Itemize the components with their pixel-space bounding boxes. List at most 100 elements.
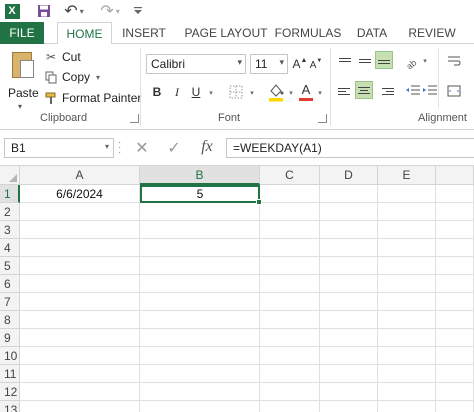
row-header-13[interactable]: 13 [0, 401, 20, 412]
cell-b13[interactable] [140, 401, 260, 412]
cell-d12[interactable] [320, 383, 378, 401]
cell-e4[interactable] [378, 239, 436, 257]
align-right-icon[interactable] [378, 82, 396, 100]
tab-home[interactable]: HOME [57, 22, 112, 45]
cell-a7[interactable] [20, 293, 140, 311]
cell-e2[interactable] [378, 203, 436, 221]
cell-a9[interactable] [20, 329, 140, 347]
tab-formulas[interactable]: FORMULAS [275, 22, 342, 44]
cell-e1[interactable] [378, 185, 436, 203]
cell-a3[interactable] [20, 221, 140, 239]
cell-d6[interactable] [320, 275, 378, 293]
cell-b4[interactable] [140, 239, 260, 257]
increase-indent-icon[interactable] [422, 82, 438, 100]
column-header-e[interactable]: E [378, 166, 436, 185]
cell-d2[interactable] [320, 203, 378, 221]
cell-d3[interactable] [320, 221, 378, 239]
column-header-c[interactable]: C [260, 166, 320, 185]
align-bottom-icon[interactable] [375, 51, 393, 69]
cell-a6[interactable] [20, 275, 140, 293]
cell-e8[interactable] [378, 311, 436, 329]
tab-insert[interactable]: INSERT [118, 22, 170, 44]
cell-c11[interactable] [260, 365, 320, 383]
fill-color-icon[interactable] [268, 82, 284, 102]
cell-a13[interactable] [20, 401, 140, 412]
cell-a5[interactable] [20, 257, 140, 275]
cell-d1[interactable] [320, 185, 378, 203]
cell-b3[interactable] [140, 221, 260, 239]
underline-button[interactable]: U [190, 84, 202, 100]
cell-c3[interactable] [260, 221, 320, 239]
cell-d9[interactable] [320, 329, 378, 347]
cell-e5[interactable] [378, 257, 436, 275]
cancel-entry-icon[interactable]: ✕ [132, 138, 152, 158]
merge-center-icon[interactable] [446, 82, 462, 100]
cell-partial[interactable] [436, 329, 474, 347]
cell-partial[interactable] [436, 293, 474, 311]
tab-page-layout[interactable]: PAGE LAYOUT [180, 22, 272, 44]
row-header-10[interactable]: 10 [0, 347, 20, 365]
decrease-font-size-icon[interactable]: A ▼ [310, 58, 323, 72]
font-launcher-icon[interactable] [318, 114, 327, 123]
borders-icon[interactable] [228, 84, 244, 100]
cell-partial[interactable] [436, 239, 474, 257]
decrease-indent-icon[interactable] [404, 82, 422, 100]
cell-a8[interactable] [20, 311, 140, 329]
column-header-d[interactable]: D [320, 166, 378, 185]
cell-c1[interactable] [260, 185, 320, 203]
column-header-a[interactable]: A [20, 166, 140, 185]
cell-b9[interactable] [140, 329, 260, 347]
cell-d10[interactable] [320, 347, 378, 365]
cell-b5[interactable] [140, 257, 260, 275]
underline-dropdown-icon[interactable]: ▾ [207, 88, 215, 98]
align-middle-icon[interactable] [356, 52, 374, 70]
cell-partial[interactable] [436, 203, 474, 221]
cell-partial[interactable] [436, 311, 474, 329]
tab-review[interactable]: REVIEW [403, 22, 461, 44]
fill-handle[interactable] [256, 199, 262, 205]
cell-a4[interactable] [20, 239, 140, 257]
cell-partial[interactable] [436, 221, 474, 239]
name-box[interactable]: B1 ▾ [4, 138, 114, 158]
cell-e3[interactable] [378, 221, 436, 239]
formula-input[interactable]: =WEEKDAY(A1) [226, 138, 474, 158]
font-color-icon[interactable]: A [299, 82, 313, 102]
cell-d4[interactable] [320, 239, 378, 257]
cell-e12[interactable] [378, 383, 436, 401]
select-all-button[interactable] [0, 166, 20, 185]
enter-entry-icon[interactable]: ✓ [164, 138, 184, 158]
cell-b7[interactable] [140, 293, 260, 311]
redo-button[interactable]: ↷ ▾ [96, 0, 124, 22]
cell-b12[interactable] [140, 383, 260, 401]
cell-partial[interactable] [436, 275, 474, 293]
align-top-icon[interactable] [336, 52, 354, 70]
cell-d13[interactable] [320, 401, 378, 412]
cell-a12[interactable] [20, 383, 140, 401]
cell-b10[interactable] [140, 347, 260, 365]
fill-color-dropdown-icon[interactable]: ▾ [287, 88, 295, 98]
row-header-8[interactable]: 8 [0, 311, 20, 329]
cell-e11[interactable] [378, 365, 436, 383]
cell-b6[interactable] [140, 275, 260, 293]
format-painter-button[interactable]: Format Painter [44, 89, 141, 107]
row-header-3[interactable]: 3 [0, 221, 20, 239]
cell-c4[interactable] [260, 239, 320, 257]
cell-c7[interactable] [260, 293, 320, 311]
cell-c2[interactable] [260, 203, 320, 221]
cell-c5[interactable] [260, 257, 320, 275]
borders-dropdown-icon[interactable]: ▾ [248, 88, 256, 98]
orientation-dropdown-icon[interactable]: ▾ [420, 52, 430, 70]
cell-d5[interactable] [320, 257, 378, 275]
font-size-dropdown[interactable]: 11 ▾ [250, 54, 288, 74]
bold-button[interactable]: B [150, 84, 164, 100]
cell-partial[interactable] [436, 401, 474, 412]
customize-toolbar-icon[interactable] [130, 0, 146, 22]
cell-a2[interactable] [20, 203, 140, 221]
cell-partial[interactable] [436, 185, 474, 203]
cell-e13[interactable] [378, 401, 436, 412]
save-icon[interactable] [34, 0, 54, 22]
tab-file[interactable]: FILE [0, 22, 44, 44]
row-header-2[interactable]: 2 [0, 203, 20, 221]
row-header-1[interactable]: 1 [0, 185, 20, 203]
align-left-icon[interactable] [336, 82, 354, 100]
